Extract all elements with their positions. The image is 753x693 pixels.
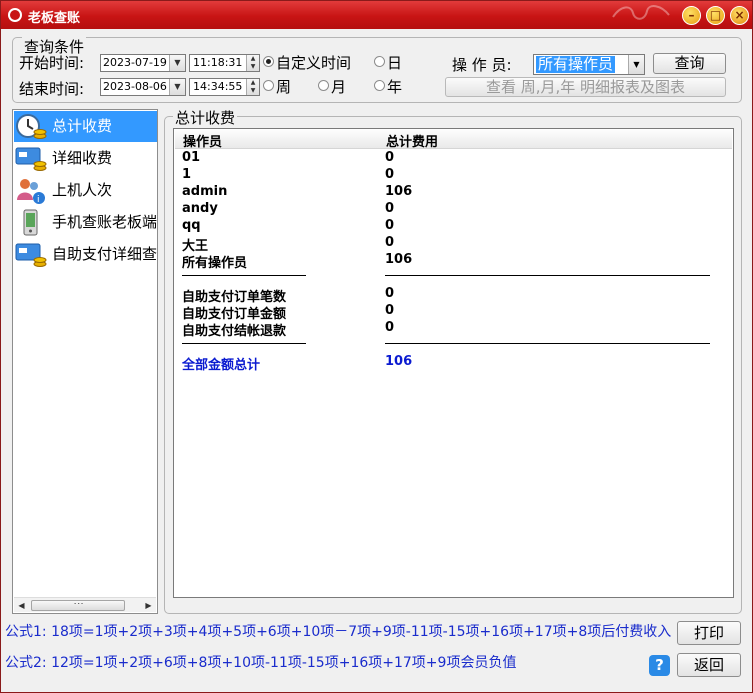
spin-arrows-icon[interactable]: ▲ ▼ [246,55,259,71]
end-date-value: 2023-08-06 [103,80,167,93]
sidebar-item-detail-fees[interactable]: 详细收费 [14,143,157,174]
start-time-spinner[interactable]: 11:18:31 ▲ ▼ [189,54,260,72]
mobile-phone-icon [23,209,38,236]
summary-table[interactable]: 操作员 总计费用 01 0 1 0 admin 106 andy 0 qq 0 … [173,128,734,598]
radio-day[interactable]: 日 [374,52,402,73]
radio-dot-icon [374,80,385,91]
chevron-down-icon[interactable]: ▼ [628,55,644,74]
card-coins-icon [15,147,47,171]
divider [385,343,710,344]
start-date-picker[interactable]: 2023-07-19 ▼ [100,54,186,72]
sidebar-item-total-fees[interactable]: 总计收费 [14,111,157,142]
radio-dot-icon [263,56,274,67]
end-time-value: 14:34:55 [193,80,243,93]
sidebar-item-mobile-boss[interactable]: 手机查账老板端 [14,207,157,238]
divider [385,275,710,276]
end-date-picker[interactable]: 2023-08-06 ▼ [100,78,186,96]
table-row: 1 0 [182,167,395,182]
sidebar-item-self-pay[interactable]: 自助支付详细查 [14,239,157,270]
table-row: 大王 0 [182,235,395,254]
window-title: 老板查账 [28,11,81,26]
radio-year[interactable]: 年 [374,76,402,97]
grand-total-row: 全部金额总计 106 [182,354,413,373]
radio-week[interactable]: 周 [263,76,291,97]
start-date-value: 2023-07-19 [103,56,167,69]
table-row: 自助支付订单笔数 0 [182,286,395,305]
help-icon[interactable]: ? [649,655,670,676]
table-header: 操作员 总计费用 [175,130,732,150]
maximize-button[interactable]: □ [706,6,725,25]
users-info-icon: i [17,179,45,205]
view-report-button[interactable]: 查看 周,月,年 明细报表及图表 [445,77,726,97]
print-button[interactable]: 打印 [677,621,741,645]
sidebar: 总计收费 详细收费 i 上机人次 手机查账老板端 自助支付详细查 ◀ ⋮ ▶ [12,109,158,614]
self-pay-icon [15,243,47,267]
formula-2-text: 公式2: 12项=1项+2项+6项+8项+10项-11项-15项+16项+17项… [5,655,517,671]
title-bar: 老板查账 – □ × [1,1,752,29]
operator-label: 操 作 员: [452,56,512,74]
radio-month[interactable]: 月 [318,76,346,97]
spin-arrows-icon[interactable]: ▲ ▼ [246,79,259,95]
table-row: 自助支付订单金额 0 [182,303,395,322]
column-header-total: 总计费用 [386,135,439,150]
main-window: 老板查账 – □ × 查询条件 开始时间: 结束时间: 2023-07-19 ▼… [0,0,753,693]
radio-dot-icon [263,80,274,91]
clock-coins-icon [16,114,47,139]
start-time-label: 开始时间: [19,54,85,72]
table-row: 01 0 [182,150,395,165]
sidebar-item-user-sessions[interactable]: i 上机人次 [14,175,157,206]
table-row: qq 0 [182,218,395,233]
table-row: admin 106 [182,184,413,199]
minimize-button[interactable]: – [682,6,701,25]
table-row: 自助支付结帐退款 0 [182,320,395,339]
formula-1-text: 公式1: 18项=1项+2项+3项+4项+5项+6项+10项－7项+9项-11项… [5,624,672,640]
divider [182,343,306,344]
radio-dot-icon [374,56,385,67]
close-button[interactable]: × [730,6,749,25]
app-logo-icon [8,8,22,22]
column-header-operator: 操作员 [183,135,223,150]
scroll-thumb[interactable] [31,600,125,611]
start-time-value: 11:18:31 [193,56,243,69]
query-button[interactable]: 查询 [653,53,726,74]
chevron-down-icon[interactable]: ▼ [169,79,185,95]
end-time-label: 结束时间: [19,80,85,98]
table-row: andy 0 [182,201,395,216]
svg-text:i: i [37,195,40,205]
radio-dot-icon [318,80,329,91]
sidebar-horizontal-scrollbar[interactable]: ◀ ▶ [14,597,156,612]
end-time-spinner[interactable]: 14:34:55 ▲ ▼ [189,78,260,96]
scroll-left-arrow-icon[interactable]: ◀ [14,598,29,613]
radio-custom-time[interactable]: 自定义时间 [263,52,351,73]
operator-selected-value: 所有操作员 [536,55,616,73]
scroll-right-arrow-icon[interactable]: ▶ [141,598,156,613]
operator-select[interactable]: 所有操作员 ▼ [533,54,645,75]
table-row: 所有操作员 106 [182,252,413,271]
divider [182,275,306,276]
summary-legend: 总计收费 [173,107,238,128]
back-button[interactable]: 返回 [677,653,741,677]
decorative-swirl-icon [612,5,670,20]
chevron-down-icon[interactable]: ▼ [169,55,185,71]
